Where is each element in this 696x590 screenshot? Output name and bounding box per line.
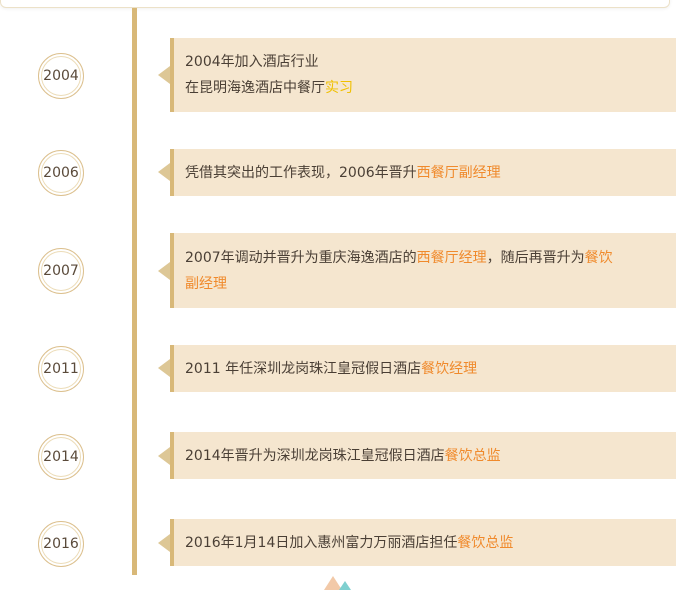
- card-highlight: 西餐厅副经理: [416, 164, 501, 181]
- year-circle: 2007: [38, 248, 84, 294]
- card-pointer: [158, 447, 170, 465]
- card-highlight: 餐饮总监: [457, 534, 514, 551]
- card-line: 在昆明海逸酒店中餐厅实习: [185, 75, 664, 101]
- card-text: ，随后再晋升为: [486, 249, 585, 266]
- card-line: 2014年晋升为深圳龙岗珠江皇冠假日酒店餐饮总监: [185, 443, 664, 469]
- card-text: 2007年调动并晋升为重庆海逸酒店的: [185, 249, 417, 266]
- card-text: 2004年加入酒店行业: [185, 54, 319, 70]
- timeline-axis: [132, 8, 137, 575]
- timeline-card: 凭借其突出的工作表现，2006年晋升西餐厅副经理: [170, 149, 676, 196]
- year-circle: 2004: [38, 53, 84, 99]
- year-label: 2004: [43, 68, 79, 84]
- year-circle: 2011: [38, 346, 84, 392]
- year-label: 2011: [43, 361, 79, 377]
- card-text: 凭借其突出的工作表现，2006年晋升: [185, 164, 417, 181]
- top-card-edge: [0, 0, 670, 8]
- card-line: 2004年加入酒店行业: [185, 49, 664, 75]
- career-timeline-page: 2004 2004年加入酒店行业 在昆明海逸酒店中餐厅实习 2006 凭借其突出…: [0, 0, 696, 590]
- card-highlight: 餐饮总监: [444, 447, 501, 464]
- card-line: 2011 年任深圳龙岗珠江皇冠假日酒店餐饮经理: [185, 356, 664, 382]
- card-highlight: 餐饮: [584, 249, 613, 266]
- card-highlight: 副经理: [185, 275, 227, 292]
- timeline-card: 2014年晋升为深圳龙岗珠江皇冠假日酒店餐饮总监: [170, 432, 676, 479]
- timeline-card: 2007年调动并晋升为重庆海逸酒店的西餐厅经理，随后再晋升为餐饮 副经理: [170, 233, 676, 308]
- card-pointer: [158, 359, 170, 377]
- card-line: 凭借其突出的工作表现，2006年晋升西餐厅副经理: [185, 160, 664, 186]
- card-pointer: [158, 262, 170, 280]
- card-highlight: 餐饮经理: [421, 360, 478, 377]
- card-line: 2007年调动并晋升为重庆海逸酒店的西餐厅经理，随后再晋升为餐饮: [185, 245, 664, 271]
- year-label: 2014: [43, 449, 79, 465]
- year-label: 2007: [43, 263, 79, 279]
- year-label: 2006: [43, 165, 79, 181]
- timeline-card: 2011 年任深圳龙岗珠江皇冠假日酒店餐饮经理: [170, 345, 676, 392]
- card-text: 2011 年任深圳龙岗珠江皇冠假日酒店: [185, 360, 422, 377]
- mountain-decoration-icon: [324, 576, 354, 590]
- card-text: 在昆明海逸酒店中餐厅: [185, 80, 325, 96]
- year-label: 2016: [43, 536, 79, 552]
- card-highlight: 西餐厅经理: [416, 249, 487, 266]
- card-pointer: [158, 66, 170, 84]
- timeline-card: 2016年1月14日加入惠州富力万丽酒店担任餐饮总监: [170, 519, 676, 566]
- year-circle: 2016: [38, 521, 84, 567]
- card-pointer: [158, 163, 170, 181]
- year-circle: 2006: [38, 150, 84, 196]
- card-pointer: [158, 534, 170, 552]
- card-line: 副经理: [185, 271, 664, 297]
- timeline-card: 2004年加入酒店行业 在昆明海逸酒店中餐厅实习: [170, 38, 676, 112]
- card-highlight: 实习: [325, 80, 353, 96]
- year-circle: 2014: [38, 434, 84, 480]
- card-text: 2016年1月14日加入惠州富力万丽酒店担任: [185, 534, 458, 551]
- card-line: 2016年1月14日加入惠州富力万丽酒店担任餐饮总监: [185, 530, 664, 556]
- card-text: 2014年晋升为深圳龙岗珠江皇冠假日酒店: [185, 447, 445, 464]
